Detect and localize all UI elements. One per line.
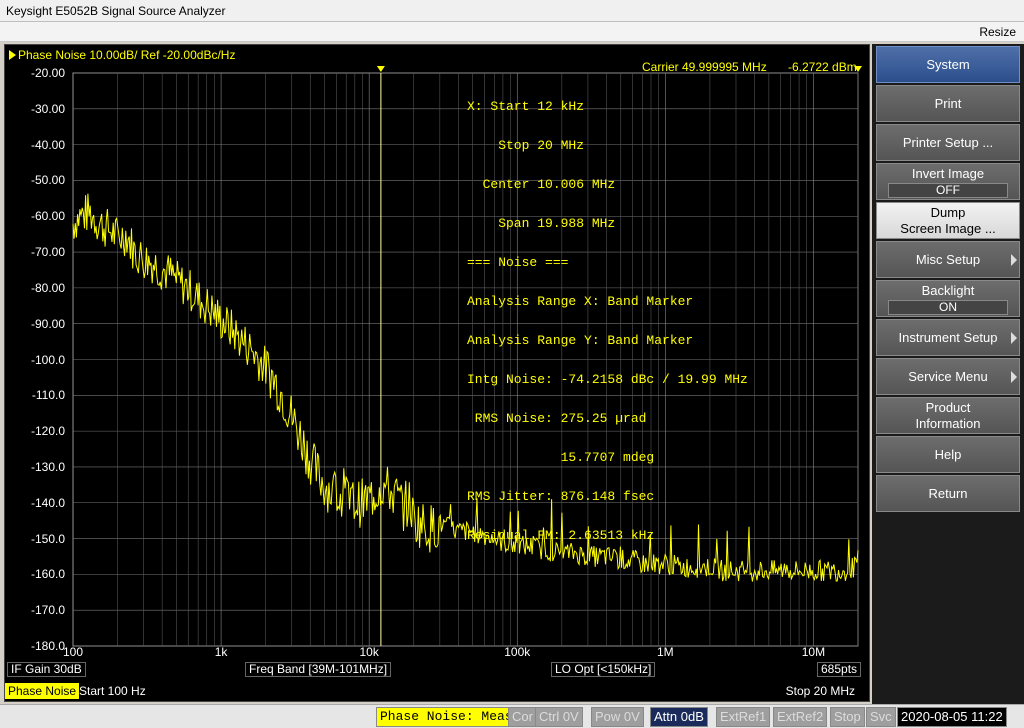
- freq-band-status: Freq Band [39M-101MHz]: [245, 662, 392, 677]
- backlight-label: Backlight: [921, 283, 975, 298]
- softkey-invert-image[interactable]: Invert Image OFF: [876, 163, 1020, 200]
- y-tick-label: -180.0: [30, 639, 65, 653]
- x-tick-label: 10M: [801, 645, 826, 659]
- band-marker-start-icon: [376, 66, 385, 72]
- y-tick-label: -100.0: [30, 352, 65, 367]
- y-tick-label: -130.0: [30, 459, 65, 474]
- pow-indicator: Pow 0V: [591, 707, 644, 727]
- meas-line: Residual FM: 2.63513 kHz: [467, 528, 655, 543]
- start-frequency: Start 100 Hz: [79, 684, 146, 698]
- meas-line: Span 19.988 MHz: [467, 216, 616, 231]
- meas-line: Analysis Range X: Band Marker: [467, 294, 694, 309]
- measurement-readout: X: Start 12 kHz Stop 20 MHz Center 10.00…: [467, 74, 748, 568]
- sweep-range: Phase Noise Start 100 Hz Stop 20 MHz: [5, 683, 869, 701]
- window-title: Keysight E5052B Signal Source Analyzer: [0, 0, 1024, 22]
- softkey-instrument-setup[interactable]: Instrument Setup: [876, 319, 1020, 356]
- y-tick-label: -70.00: [30, 245, 65, 260]
- submenu-arrow-icon: [1011, 332, 1017, 344]
- active-trace-marker-icon: [9, 50, 16, 60]
- carrier-frequency: Carrier 49.999995 MHz: [642, 60, 767, 74]
- y-tick-label: -90.00: [30, 316, 65, 331]
- backlight-value: ON: [888, 300, 1008, 315]
- x-tick-label: 10k: [359, 645, 379, 659]
- y-tick-label: -110.0: [31, 388, 65, 403]
- svc-indicator: Svc: [866, 707, 896, 727]
- meas-line: Center 10.006 MHz: [467, 177, 616, 192]
- misc-setup-label: Misc Setup: [915, 252, 981, 267]
- cor-indicator: Cor: [508, 707, 537, 727]
- y-tick-label: -160.0: [30, 567, 65, 582]
- stop-indicator: Stop: [830, 707, 865, 727]
- x-tick-label: 1M: [656, 645, 674, 659]
- x-tick-label: 1k: [214, 645, 228, 659]
- y-tick-label: -80.00: [30, 280, 65, 295]
- stop-frequency: Stop 20 MHz: [785, 684, 855, 698]
- bottom-status-bar: Phase Noise: Meas Cor Ctrl 0V Pow 0V Att…: [0, 704, 1024, 728]
- menu-bar: Resize: [0, 22, 1024, 42]
- meas-line: RMS Noise: 275.25 µrad: [467, 411, 647, 426]
- y-tick-label: -40.00: [30, 137, 65, 152]
- carrier-level: -6.2722 dBm: [788, 60, 857, 74]
- softkey-product-information[interactable]: Product Information: [876, 397, 1020, 434]
- softkey-printer-setup[interactable]: Printer Setup ...: [876, 124, 1020, 161]
- invert-image-value: OFF: [888, 183, 1008, 198]
- dump-label-line1: Dump: [930, 205, 966, 220]
- x-tick-label: 100: [62, 645, 84, 659]
- y-tick-label: -140.0: [30, 495, 65, 510]
- if-gain-status: IF Gain 30dB: [7, 662, 86, 677]
- trace-header: Phase Noise 10.00dB/ Ref -20.00dBc/Hz: [9, 48, 235, 62]
- softkey-misc-setup[interactable]: Misc Setup: [876, 241, 1020, 278]
- extref1-indicator: ExtRef1: [716, 707, 771, 727]
- resize-button[interactable]: Resize: [979, 25, 1016, 39]
- y-tick-label: -60.00: [30, 209, 65, 224]
- measurement-screen: Phase Noise 10.00dB/ Ref -20.00dBc/Hz Ca…: [4, 44, 870, 702]
- meas-line: Analysis Range Y: Band Marker: [467, 333, 694, 348]
- submenu-arrow-icon: [1011, 254, 1017, 266]
- softkey-service-menu[interactable]: Service Menu: [876, 358, 1020, 395]
- measurement-tag: Phase Noise: [5, 683, 80, 699]
- y-tick-label: -120.0: [30, 424, 65, 439]
- date-time: 2020-08-05 11:22: [897, 707, 1007, 727]
- product-label-line2: Information: [915, 416, 981, 431]
- measurement-status: Phase Noise: Meas: [376, 707, 517, 727]
- product-label-line1: Product: [925, 400, 971, 415]
- meas-line: Intg Noise: -74.2158 dBc / 19.99 MHz: [467, 372, 748, 387]
- y-tick-label: -20.00: [30, 66, 65, 80]
- invert-image-label: Invert Image: [911, 166, 985, 181]
- service-menu-label: Service Menu: [908, 369, 988, 384]
- extref2-indicator: ExtRef2: [773, 707, 828, 727]
- softkey-help[interactable]: Help: [876, 436, 1020, 473]
- instrument-setup-label: Instrument Setup: [898, 330, 998, 345]
- meas-line: X: Start 12 kHz: [467, 99, 585, 114]
- softkey-return[interactable]: Return: [876, 475, 1020, 512]
- softkey-dump-screen-image[interactable]: Dump Screen Image ...: [876, 202, 1020, 239]
- meas-line: Stop 20 MHz: [467, 138, 585, 153]
- ctrl-indicator: Ctrl 0V: [535, 707, 583, 727]
- submenu-arrow-icon: [1011, 371, 1017, 383]
- status-line: IF Gain 30dB Freq Band [39M-101MHz] LO O…: [5, 661, 869, 677]
- y-tick-label: -50.00: [30, 173, 65, 188]
- softkey-print[interactable]: Print: [876, 85, 1020, 122]
- dump-label-line2: Screen Image ...: [900, 221, 996, 236]
- y-tick-label: -170.0: [30, 603, 65, 618]
- softkey-panel: System Print Printer Setup ... Invert Im…: [872, 44, 1024, 704]
- points-status: 685pts: [817, 662, 862, 677]
- attn-indicator: Attn 0dB: [650, 707, 708, 727]
- meas-line: 15.7707 mdeg: [467, 450, 655, 465]
- x-tick-label: 100k: [504, 645, 531, 659]
- y-tick-label: -30.00: [30, 101, 65, 116]
- softkey-system[interactable]: System: [876, 46, 1020, 83]
- meas-line: RMS Jitter: 876.148 fsec: [467, 489, 655, 504]
- trace-header-text: Phase Noise 10.00dB/ Ref -20.00dBc/Hz: [18, 48, 236, 62]
- lo-opt-status: LO Opt [<150kHz]: [551, 662, 656, 677]
- y-tick-label: -150.0: [30, 531, 65, 546]
- meas-line: === Noise ===: [467, 255, 569, 270]
- softkey-backlight[interactable]: Backlight ON: [876, 280, 1020, 317]
